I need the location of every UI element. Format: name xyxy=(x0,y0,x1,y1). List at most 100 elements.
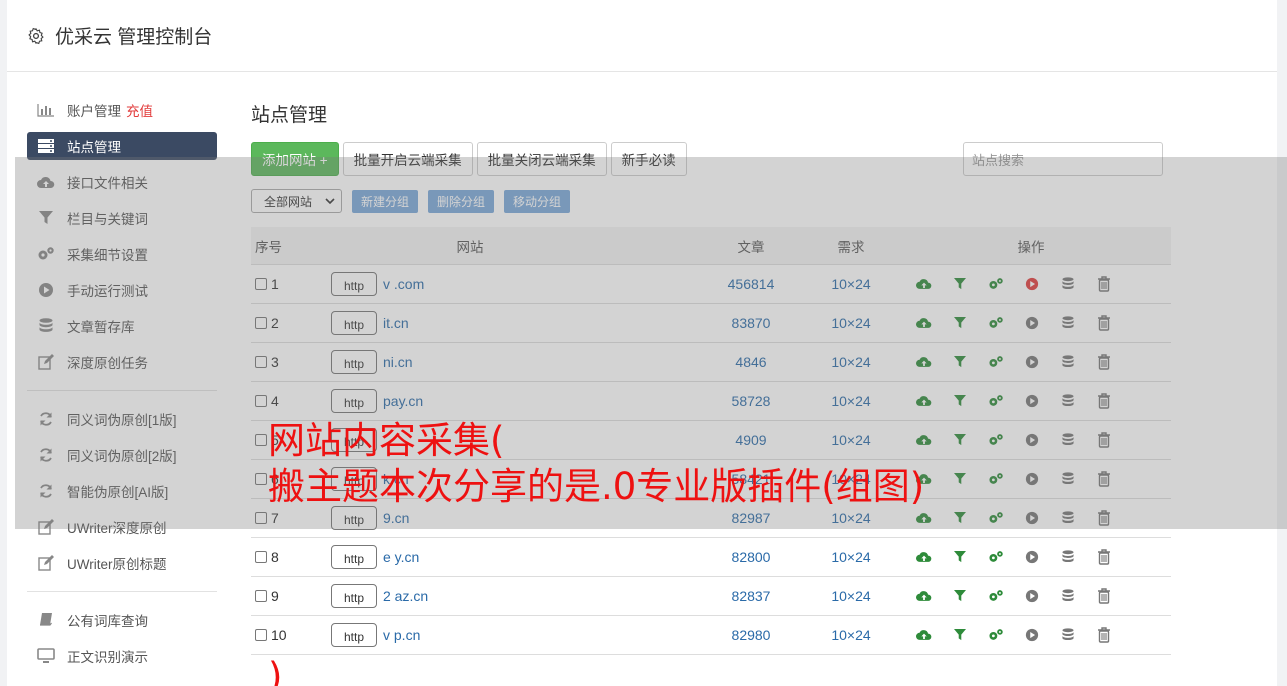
sidebar-item[interactable]: 深度原创任务 xyxy=(27,344,217,380)
sidebar-item[interactable]: 采集细节设置 xyxy=(27,236,217,272)
filter-icon[interactable] xyxy=(942,586,978,606)
trash-icon[interactable] xyxy=(1086,586,1122,606)
delete-group-button[interactable]: 删除分组 xyxy=(428,189,495,213)
article-count[interactable]: 82800 xyxy=(701,549,801,565)
sidebar-item[interactable]: 同义词伪原创[2版] xyxy=(27,437,217,473)
trash-icon[interactable] xyxy=(1086,274,1122,294)
site-domain-link[interactable]: 2 az.cn xyxy=(383,588,428,604)
protocol-badge[interactable]: http xyxy=(331,545,377,569)
gears-icon[interactable] xyxy=(978,313,1014,333)
site-domain-link[interactable]: it.cn xyxy=(383,315,409,331)
filter-icon[interactable] xyxy=(942,547,978,567)
trash-icon[interactable] xyxy=(1086,313,1122,333)
recharge-link[interactable]: 充值 xyxy=(126,100,153,120)
filter-icon[interactable] xyxy=(942,352,978,372)
demand-value[interactable]: 10×24 xyxy=(801,393,901,409)
article-count[interactable]: 58728 xyxy=(701,393,801,409)
filter-icon[interactable] xyxy=(942,625,978,645)
demand-value[interactable]: 10×24 xyxy=(801,588,901,604)
protocol-badge[interactable]: http xyxy=(331,389,377,413)
move-group-button[interactable]: 移动分组 xyxy=(504,189,571,213)
site-search-input[interactable]: 站点搜索 xyxy=(963,142,1163,176)
cloud-upload-icon[interactable] xyxy=(906,391,942,411)
gears-icon[interactable] xyxy=(978,274,1014,294)
sidebar-item[interactable]: 智能伪原创[AI版] xyxy=(27,473,217,509)
database-icon[interactable] xyxy=(1050,508,1086,528)
protocol-badge[interactable]: http xyxy=(331,272,377,296)
protocol-badge[interactable]: http xyxy=(331,623,377,647)
site-domain-link[interactable]: 9.cn xyxy=(383,510,409,526)
row-checkbox[interactable] xyxy=(255,473,267,485)
protocol-badge[interactable]: http xyxy=(331,350,377,374)
trash-icon[interactable] xyxy=(1086,391,1122,411)
demand-value[interactable]: 10×24 xyxy=(801,315,901,331)
play-circle-icon[interactable] xyxy=(1014,586,1050,606)
article-count[interactable]: 82837 xyxy=(701,588,801,604)
sidebar-item[interactable]: UWriter原创标题 xyxy=(27,545,217,581)
site-domain-link[interactable]: ni.cn xyxy=(383,354,413,370)
play-circle-icon[interactable] xyxy=(1014,352,1050,372)
gears-icon[interactable] xyxy=(978,391,1014,411)
row-checkbox[interactable] xyxy=(255,434,267,446)
filter-icon[interactable] xyxy=(942,391,978,411)
row-checkbox[interactable] xyxy=(255,629,267,641)
gears-icon[interactable] xyxy=(978,547,1014,567)
demand-value[interactable]: 10×24 xyxy=(801,510,901,526)
cloud-upload-icon[interactable] xyxy=(906,313,942,333)
new-group-button[interactable]: 新建分组 xyxy=(352,189,419,213)
site-domain-link[interactable]: pay.cn xyxy=(383,393,423,409)
database-icon[interactable] xyxy=(1050,313,1086,333)
article-count[interactable]: 4846 xyxy=(701,354,801,370)
sidebar-item[interactable]: 接口文件相关 xyxy=(27,164,217,200)
cloud-upload-icon[interactable] xyxy=(906,508,942,528)
article-count[interactable]: 82987 xyxy=(701,510,801,526)
row-checkbox[interactable] xyxy=(255,551,267,563)
gears-icon[interactable] xyxy=(978,586,1014,606)
enable-cloud-collect-button[interactable]: 批量开启云端采集 xyxy=(342,142,473,176)
protocol-badge[interactable]: http xyxy=(331,311,377,335)
database-icon[interactable] xyxy=(1050,586,1086,606)
site-domain-link[interactable]: e y.cn xyxy=(383,549,419,565)
guide-button[interactable]: 新手必读 xyxy=(610,142,687,176)
sidebar-item[interactable]: 账户管理 充值 xyxy=(27,92,217,128)
article-count[interactable]: 82980 xyxy=(701,627,801,643)
database-icon[interactable] xyxy=(1050,547,1086,567)
demand-value[interactable]: 10×24 xyxy=(801,276,901,292)
play-circle-icon[interactable] xyxy=(1014,391,1050,411)
demand-value[interactable]: 10×24 xyxy=(801,354,901,370)
sidebar-item[interactable]: 栏目与关键词 xyxy=(27,200,217,236)
sidebar-item[interactable]: 正文识别演示 xyxy=(27,638,217,674)
trash-icon[interactable] xyxy=(1086,508,1122,528)
gears-icon[interactable] xyxy=(978,508,1014,528)
database-icon[interactable] xyxy=(1050,625,1086,645)
play-circle-icon[interactable] xyxy=(1014,547,1050,567)
trash-icon[interactable] xyxy=(1086,352,1122,372)
sidebar-item[interactable]: 公有词库查询 xyxy=(27,602,217,638)
row-checkbox[interactable] xyxy=(255,512,267,524)
sidebar-item[interactable]: 站点管理 xyxy=(27,132,217,160)
demand-value[interactable]: 10×24 xyxy=(801,627,901,643)
group-select[interactable]: 全部网站 xyxy=(251,189,342,213)
gears-icon[interactable] xyxy=(978,625,1014,645)
cloud-upload-icon[interactable] xyxy=(906,586,942,606)
play-circle-icon[interactable] xyxy=(1014,274,1050,294)
trash-icon[interactable] xyxy=(1086,625,1122,645)
filter-icon[interactable] xyxy=(942,508,978,528)
site-domain-link[interactable]: v .com xyxy=(383,276,424,292)
row-checkbox[interactable] xyxy=(255,356,267,368)
row-checkbox[interactable] xyxy=(255,278,267,290)
cloud-upload-icon[interactable] xyxy=(906,547,942,567)
database-icon[interactable] xyxy=(1050,391,1086,411)
gears-icon[interactable] xyxy=(978,352,1014,372)
site-domain-link[interactable]: v p.cn xyxy=(383,627,420,643)
play-circle-icon[interactable] xyxy=(1014,625,1050,645)
sidebar-item[interactable]: UWriter深度原创 xyxy=(27,509,217,545)
disable-cloud-collect-button[interactable]: 批量关闭云端采集 xyxy=(476,142,607,176)
sidebar-item[interactable]: 同义词伪原创[1版] xyxy=(27,401,217,437)
cloud-upload-icon[interactable] xyxy=(906,625,942,645)
filter-icon[interactable] xyxy=(942,274,978,294)
article-count[interactable]: 83870 xyxy=(701,315,801,331)
protocol-badge[interactable]: http xyxy=(331,584,377,608)
row-checkbox[interactable] xyxy=(255,395,267,407)
demand-value[interactable]: 10×24 xyxy=(801,549,901,565)
